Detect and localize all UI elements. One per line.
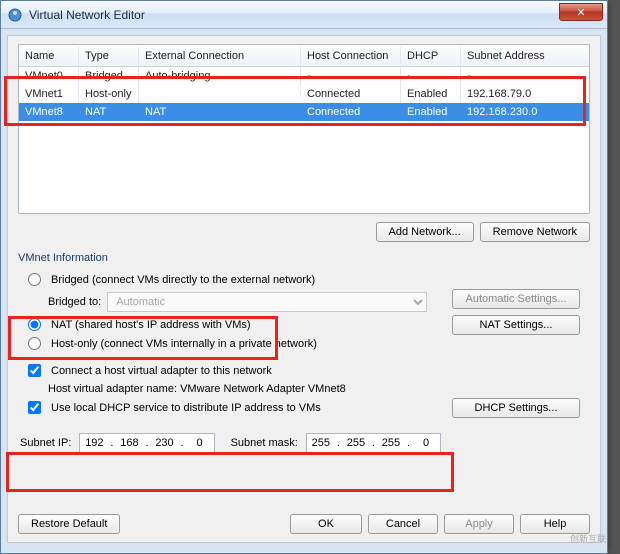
subnet-row: Subnet IP: . . . Subnet mask: . . .: [18, 427, 590, 455]
hostonly-label: Host-only (connect VMs internally in a p…: [51, 338, 317, 350]
help-button[interactable]: Help: [520, 514, 590, 534]
subnet-ip-octet-2[interactable]: [115, 437, 143, 449]
nat-settings-button[interactable]: NAT Settings...: [452, 315, 580, 335]
add-network-button[interactable]: Add Network...: [376, 222, 474, 242]
app-icon: [7, 7, 23, 23]
nat-radio[interactable]: [28, 318, 41, 331]
subnet-ip-label: Subnet IP:: [20, 437, 71, 449]
table-row-selected[interactable]: VMnet8 NAT NAT Connected Enabled 192.168…: [19, 103, 589, 121]
connect-adapter-label: Connect a host virtual adapter to this n…: [51, 365, 272, 377]
window-title: Virtual Network Editor: [29, 8, 145, 22]
col-subnet[interactable]: Subnet Address: [461, 47, 579, 65]
connect-adapter-checkbox[interactable]: [28, 364, 41, 377]
table-buttons: Add Network... Remove Network: [18, 222, 590, 242]
ok-button[interactable]: OK: [290, 514, 362, 534]
col-host[interactable]: Host Connection: [301, 47, 401, 65]
table-row[interactable]: VMnet1 Host-only Connected Enabled 192.1…: [19, 85, 589, 103]
close-button[interactable]: ✕: [559, 3, 603, 21]
col-name[interactable]: Name: [19, 47, 79, 65]
use-dhcp-checkbox[interactable]: [28, 401, 41, 414]
subnet-ip-octet-3[interactable]: [151, 437, 179, 449]
apply-button[interactable]: Apply: [444, 514, 514, 534]
close-icon: ✕: [576, 6, 585, 19]
table-row[interactable]: VMnet0 Bridged Auto-bridging - - -: [19, 67, 589, 85]
connect-adapter-row: Connect a host virtual adapter to this n…: [18, 361, 590, 380]
col-dhcp[interactable]: DHCP: [401, 47, 461, 65]
col-type[interactable]: Type: [79, 47, 139, 65]
remove-network-button[interactable]: Remove Network: [480, 222, 590, 242]
use-dhcp-label: Use local DHCP service to distribute IP …: [51, 402, 321, 414]
use-dhcp-row: Use local DHCP service to distribute IP …: [18, 398, 590, 417]
col-ext[interactable]: External Connection: [139, 47, 301, 65]
bridged-to-label: Bridged to:: [48, 296, 101, 308]
vmnet-info-label: VMnet Information: [18, 252, 590, 264]
window: Virtual Network Editor ✕ Name Type Exter…: [0, 0, 608, 554]
content-area: Name Type External Connection Host Conne…: [7, 35, 601, 543]
network-table[interactable]: Name Type External Connection Host Conne…: [18, 44, 590, 214]
subnet-mask-octet-3[interactable]: [377, 437, 405, 449]
subnet-mask-octet-4[interactable]: [412, 437, 440, 449]
subnet-mask-label: Subnet mask:: [231, 437, 298, 449]
nat-radio-row: NAT (shared host's IP address with VMs) …: [18, 315, 590, 334]
titlebar: Virtual Network Editor ✕: [1, 1, 607, 29]
dhcp-settings-button[interactable]: DHCP Settings...: [452, 398, 580, 418]
bridged-radio-row: Bridged (connect VMs directly to the ext…: [18, 270, 590, 289]
bridged-to-select[interactable]: Automatic: [107, 292, 427, 312]
subnet-ip-octet-1[interactable]: [80, 437, 108, 449]
subnet-ip-field[interactable]: . . .: [79, 433, 214, 453]
table-header: Name Type External Connection Host Conne…: [19, 45, 589, 67]
subnet-mask-field[interactable]: . . .: [306, 433, 441, 453]
restore-default-button[interactable]: Restore Default: [18, 514, 120, 534]
automatic-settings-button[interactable]: Automatic Settings...: [452, 289, 580, 309]
nat-label: NAT (shared host's IP address with VMs): [51, 319, 251, 331]
hostonly-radio-row: Host-only (connect VMs internally in a p…: [18, 334, 590, 353]
bridged-to-row: Bridged to: Automatic Automatic Settings…: [18, 289, 590, 315]
subnet-ip-octet-4[interactable]: [186, 437, 214, 449]
adapter-name-label: Host virtual adapter name: VMware Networ…: [48, 383, 346, 395]
subnet-mask-octet-1[interactable]: [307, 437, 335, 449]
hostonly-radio[interactable]: [28, 337, 41, 350]
bridged-radio[interactable]: [28, 273, 41, 286]
bridged-label: Bridged (connect VMs directly to the ext…: [51, 274, 315, 286]
cancel-button[interactable]: Cancel: [368, 514, 438, 534]
highlight-box: [6, 452, 454, 492]
subnet-mask-octet-2[interactable]: [342, 437, 370, 449]
footer-buttons: Restore Default OK Cancel Apply Help: [18, 514, 590, 534]
adapter-name-row: Host virtual adapter name: VMware Networ…: [18, 380, 590, 398]
